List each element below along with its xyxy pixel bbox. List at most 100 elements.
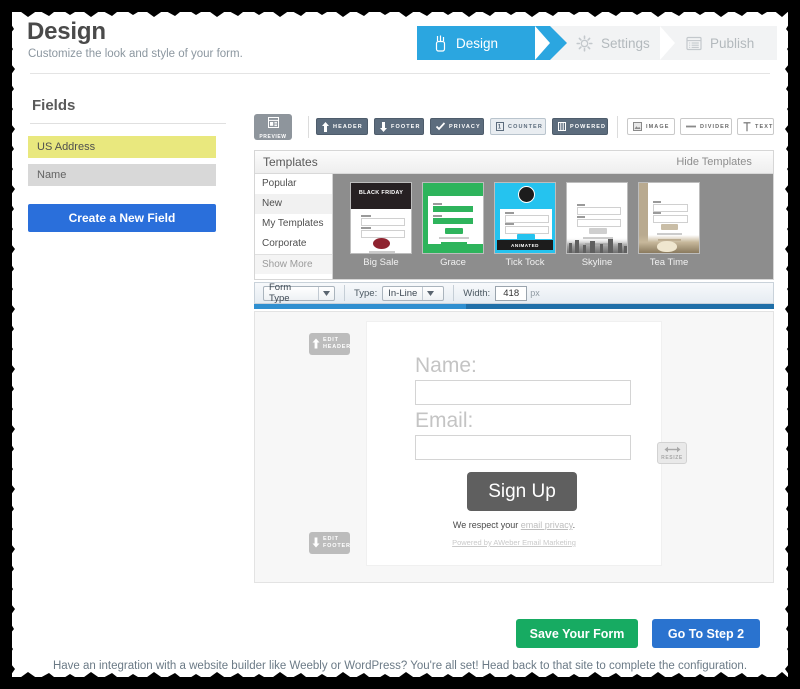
toolbar-footer-button[interactable]: FOOTER [374,118,424,135]
step-nav: Design Settings Publish [417,26,777,60]
form-options-bar: Form Type Type: In-Line Width: 418 px [254,282,774,304]
toolbar-privacy-button[interactable]: PRIVACY [430,118,484,135]
edit-header-line1: EDIT [323,337,339,343]
preview-email-input[interactable] [415,435,631,460]
templates-body: Popular New My Templates Corporate Show … [255,174,773,279]
preview-name-input[interactable] [415,380,631,405]
page-header: Design Customize the look and style of y… [12,12,788,74]
template-thumbnail[interactable] [422,182,484,254]
toolbar-divider-label: DIVIDER [700,123,731,130]
screenshot-root: Design Customize the look and style of y… [0,0,800,689]
template-banner-text: BLACK FRIDAY [358,190,404,196]
app-sheet: Design Customize the look and style of y… [12,12,788,677]
fields-divider [30,123,226,124]
width-label: Width: [463,287,491,299]
save-form-button[interactable]: Save Your Form [516,619,638,648]
email-privacy-link[interactable]: email privacy [521,520,573,530]
tab-publish[interactable]: Publish [660,26,777,60]
text-t-icon [743,121,751,132]
svg-text:1: 1 [498,125,502,131]
options-separator-1 [344,285,345,301]
toolbar-text-button[interactable]: TEXT [737,118,774,135]
design-canvas: PREVIEW HEADER FOOTER PRIVACY 1 COUNTER … [246,112,774,592]
template-card-tea-time[interactable]: Tea Time [638,182,700,268]
preview-button[interactable]: PREVIEW [254,114,292,140]
toolbar-footer-label: FOOTER [391,123,421,130]
field-item-us-address[interactable]: US Address [28,136,216,158]
toolbar-counter-button[interactable]: 1 COUNTER [490,118,546,135]
templates-panel: Templates Hide Templates Popular New My … [254,150,774,280]
columns-icon [558,122,566,131]
template-thumbnail[interactable] [638,182,700,254]
tab-design[interactable]: Design [417,26,567,60]
form-preview-stage: EDIT HEADER EDIT FOOTER Name: Email: Sig… [254,311,774,583]
toolbar-image-label: IMAGE [646,123,670,130]
hide-templates-label: Hide Templates [676,156,752,168]
tab-publish-label: Publish [710,35,755,51]
options-separator-2 [453,285,455,301]
width-input[interactable]: 418 [495,285,528,301]
toolbar-text-label: TEXT [755,123,774,130]
toolbar-image-button[interactable]: IMAGE [627,118,675,135]
preview-signup-button[interactable]: Sign Up [467,472,577,511]
privacy-note: We respect your email privacy. [367,520,661,530]
privacy-note-suffix: . [572,520,576,530]
page-subtitle: Customize the look and style of your for… [28,48,243,60]
resize-handle[interactable]: RESIZE [657,442,687,464]
template-card-tick-tock[interactable]: ANIMATED Tick Tock [494,182,556,268]
template-thumbnail-scroller[interactable]: BLACK FRIDAY Big Sale Grace ANIMATED Tic… [333,174,773,279]
template-thumbnail[interactable]: BLACK FRIDAY [350,182,412,254]
step-arrow-1 [550,26,567,60]
category-my-templates[interactable]: My Templates [255,214,332,234]
arrow-down-icon [312,537,320,550]
edit-footer-line2: FOOTER [323,543,351,549]
step-notch-2 [535,26,550,60]
chevron-down-icon [422,286,438,300]
template-card-big-sale[interactable]: BLACK FRIDAY Big Sale [350,182,412,268]
template-name: Tea Time [649,257,689,268]
template-category-list: Popular New My Templates Corporate Show … [255,174,333,279]
hide-templates-button[interactable]: Hide Templates [676,156,765,179]
toolbar-counter-label: COUNTER [508,123,543,130]
toolbar-header-button[interactable]: HEADER [316,118,368,135]
field-item-name[interactable]: Name [28,164,216,186]
powered-by-link[interactable]: Powered by AWeber Email Marketing [367,538,661,547]
template-card-skyline[interactable]: Skyline [566,182,628,268]
template-thumbnail[interactable] [566,182,628,254]
toolbar-divider-button[interactable]: DIVIDER [680,118,732,135]
check-icon [436,122,445,131]
progress-strip [254,304,774,309]
category-popular[interactable]: Popular [255,174,332,194]
template-grid: BLACK FRIDAY Big Sale Grace ANIMATED Tic… [333,174,773,268]
edit-footer-tab[interactable]: EDIT FOOTER [309,532,350,554]
privacy-note-prefix: We respect your [452,520,521,530]
template-name: Grace [440,257,466,268]
resize-arrows-icon [664,446,681,455]
divider-icon [686,122,696,131]
template-name: Big Sale [363,257,399,268]
fields-title: Fields [32,97,76,114]
preview-icon [267,115,279,133]
preview-label: PREVIEW [259,133,287,140]
type-dropdown[interactable]: In-Line [382,285,445,301]
go-to-step-2-button[interactable]: Go To Step 2 [652,619,760,648]
paint-brush-icon [433,35,448,52]
counter-icon: 1 [496,122,504,131]
step-notch-3 [660,26,675,60]
show-more-categories[interactable]: Show More [255,254,332,274]
category-new[interactable]: New [255,194,332,214]
preview-email-label: Email: [415,409,474,432]
edit-header-tab[interactable]: EDIT HEADER [309,333,350,355]
window-list-icon [686,36,702,51]
toolbar-privacy-label: PRIVACY [449,123,481,130]
template-thumbnail[interactable]: ANIMATED [494,182,556,254]
template-name: Tick Tock [505,257,545,268]
create-new-field-button[interactable]: Create a New Field [28,204,216,232]
toolbar-separator-1 [308,116,309,138]
edit-header-line2: HEADER [323,344,352,350]
template-card-grace[interactable]: Grace [422,182,484,268]
toolbar-separator-2 [617,116,618,138]
toolbar-powered-button[interactable]: POWERED [552,118,608,135]
category-corporate[interactable]: Corporate [255,234,332,254]
form-type-dropdown[interactable]: Form Type [263,282,335,304]
